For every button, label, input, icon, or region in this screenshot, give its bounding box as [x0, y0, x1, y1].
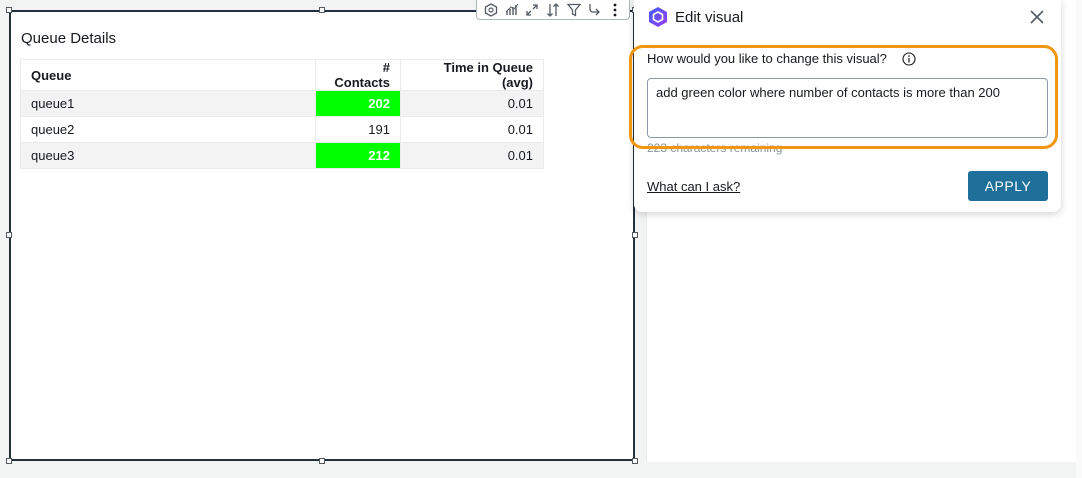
resize-handle-right[interactable] [632, 232, 638, 238]
visual-title: Queue Details [21, 30, 117, 47]
resize-handle-top[interactable] [319, 7, 325, 13]
cell-contacts: 212 [315, 142, 401, 169]
cell-queue: queue3 [20, 142, 316, 169]
resize-handle-bottom[interactable] [319, 458, 325, 464]
characters-remaining: 223 characters remaining [647, 141, 783, 155]
edit-visual-popover: Edit visual How would you like to change… [634, 0, 1061, 212]
popover-title: Edit visual [675, 9, 744, 26]
prompt-label: How would you like to change this visual… [647, 51, 887, 66]
apply-button[interactable]: APPLY [968, 171, 1048, 201]
close-icon[interactable] [1028, 8, 1046, 26]
cell-contacts: 202 [315, 90, 401, 117]
resize-handle-bottom-left[interactable] [6, 458, 12, 464]
queue-details-visual[interactable]: Queue Details Queue # Contacts Time in Q… [9, 10, 635, 461]
prompt-input[interactable] [647, 78, 1048, 138]
header-time-in-queue[interactable]: Time in Queue (avg) [400, 59, 544, 91]
table-row[interactable]: queue1 202 0.01 [20, 90, 544, 117]
table-row[interactable]: queue2 191 0.01 [20, 116, 544, 143]
queue-table: Queue # Contacts Time in Queue (avg) que… [20, 59, 544, 169]
resize-handle-top-left[interactable] [6, 7, 12, 13]
q-icon[interactable] [484, 2, 498, 17]
cell-time: 0.01 [400, 90, 544, 117]
table-row[interactable]: queue3 212 0.01 [20, 142, 544, 169]
q-logo-icon [649, 7, 667, 27]
filter-icon[interactable] [566, 3, 581, 17]
more-menu-icon[interactable] [608, 3, 622, 17]
drill-icon[interactable] [587, 3, 601, 17]
expand-icon[interactable] [525, 3, 539, 17]
header-contacts[interactable]: # Contacts [315, 59, 401, 91]
cell-queue: queue2 [20, 116, 316, 143]
resize-handle-left[interactable] [6, 232, 12, 238]
cell-contacts: 191 [315, 116, 401, 143]
header-queue[interactable]: Queue [20, 59, 316, 91]
insights-icon[interactable] [505, 3, 519, 17]
window-edge [1076, 0, 1082, 478]
cell-time: 0.01 [400, 116, 544, 143]
resize-handle-bottom-right[interactable] [632, 458, 638, 464]
sort-icon[interactable] [546, 2, 560, 17]
what-can-i-ask-link[interactable]: What can I ask? [647, 179, 740, 194]
visual-toolbar [476, 0, 630, 20]
cell-time: 0.01 [400, 142, 544, 169]
info-icon[interactable] [902, 52, 916, 66]
table-header-row: Queue # Contacts Time in Queue (avg) [20, 59, 544, 91]
cell-queue: queue1 [20, 90, 316, 117]
